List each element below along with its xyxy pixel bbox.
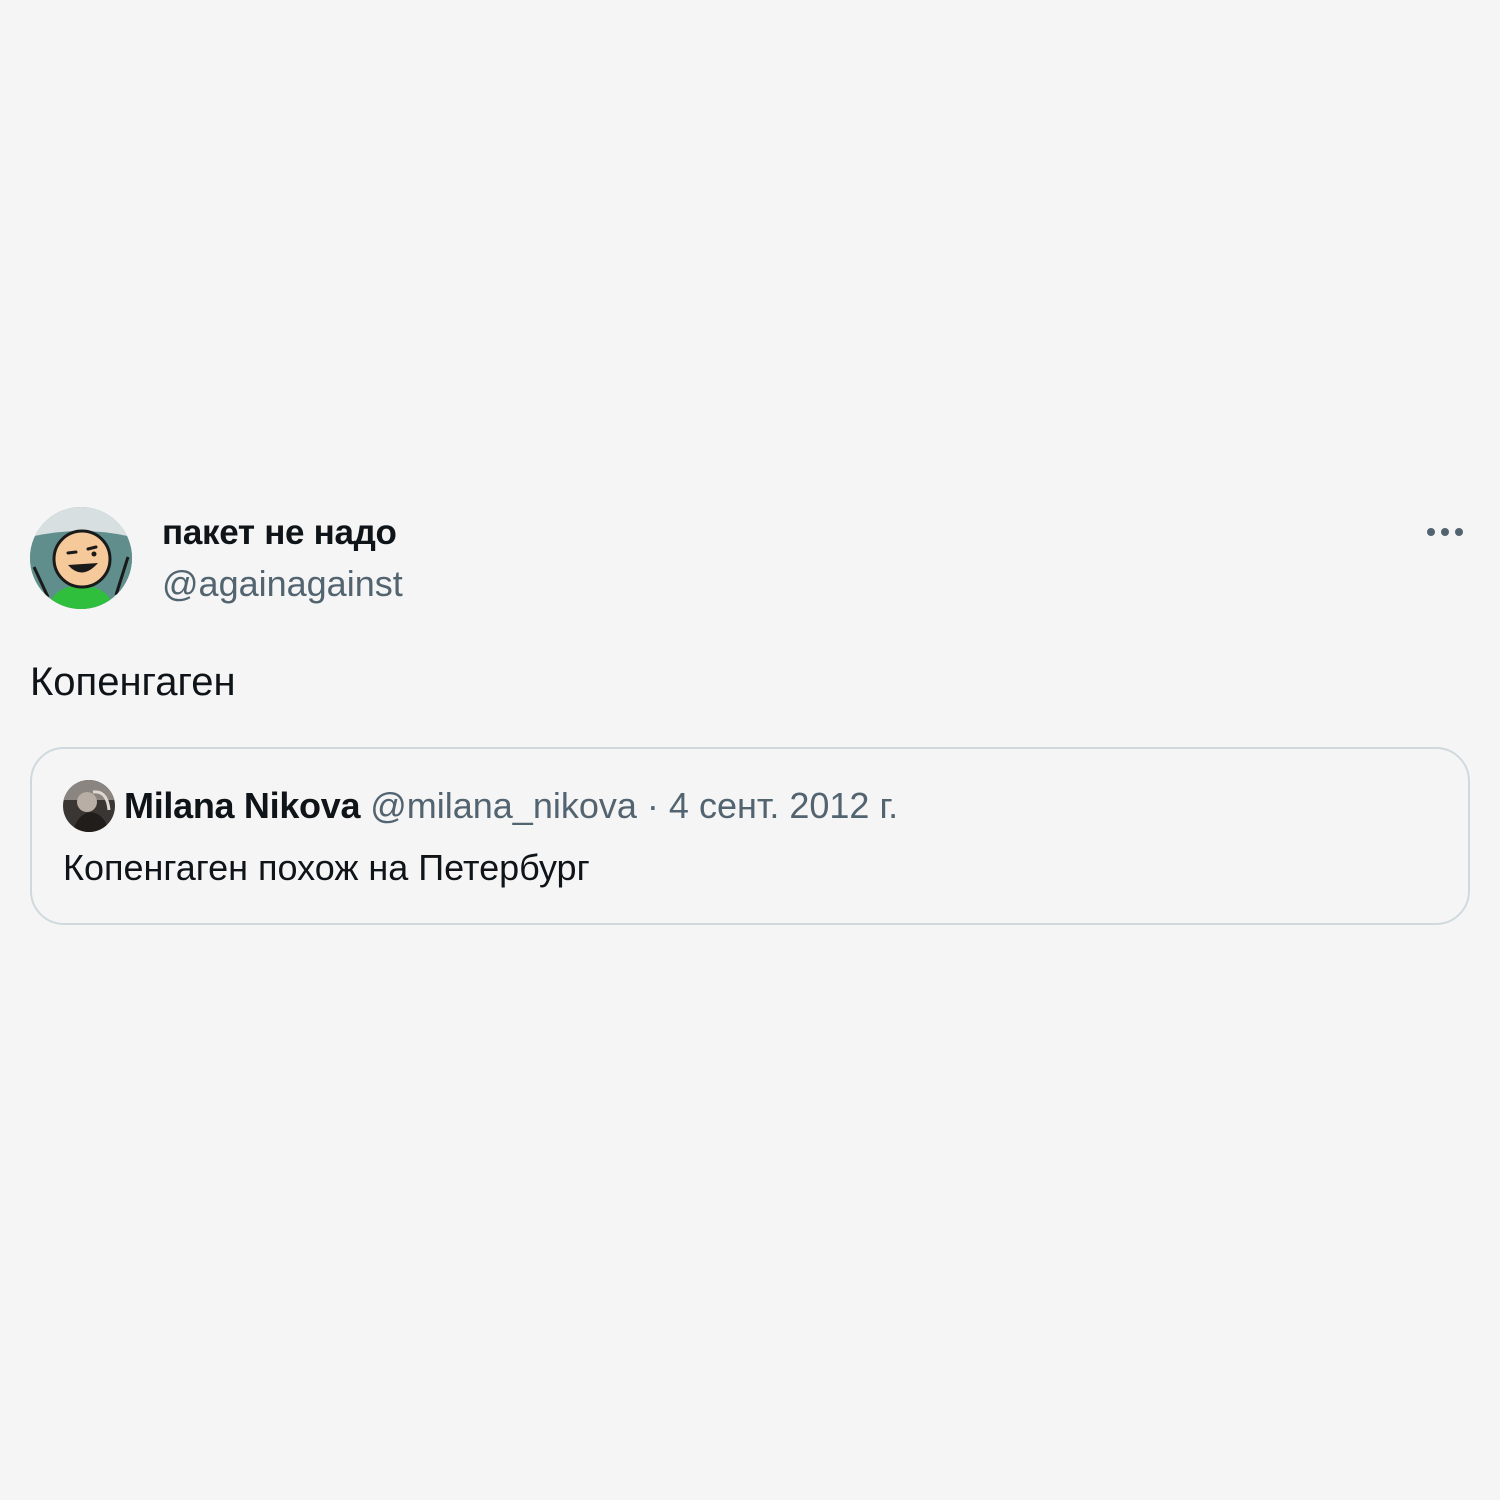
- quoted-tweet-card[interactable]: Milana Nikova @milana_nikova · 4 сент. 2…: [30, 747, 1470, 925]
- more-horizontal-icon: [1427, 528, 1463, 536]
- quoted-author-name[interactable]: Milana Nikova: [124, 785, 360, 826]
- quoted-tweet-text: Копенгаген похож на Петербург: [63, 847, 590, 888]
- author-handle[interactable]: @againagainst: [162, 563, 403, 605]
- photo-avatar-icon: [63, 780, 115, 832]
- tweet-text: Копенгаген: [30, 660, 236, 704]
- tweet: пакет не надо @againagainst Копенгаген M…: [30, 505, 1470, 925]
- author-avatar[interactable]: [30, 507, 132, 609]
- more-options-button[interactable]: [1424, 515, 1468, 549]
- meta-separator: ·: [646, 785, 659, 826]
- author-name[interactable]: пакет не надо: [162, 513, 397, 553]
- tweet-header: пакет не надо @againagainst: [30, 505, 1470, 611]
- quoted-author-handle[interactable]: @milana_nikova: [370, 785, 637, 826]
- quoted-author-avatar[interactable]: [63, 780, 115, 832]
- quoted-tweet-date[interactable]: 4 сент. 2012 г.: [669, 785, 898, 826]
- quoted-tweet-meta: Milana Nikova @milana_nikova · 4 сент. 2…: [124, 785, 898, 827]
- cartoon-face-avatar-icon: [30, 507, 132, 609]
